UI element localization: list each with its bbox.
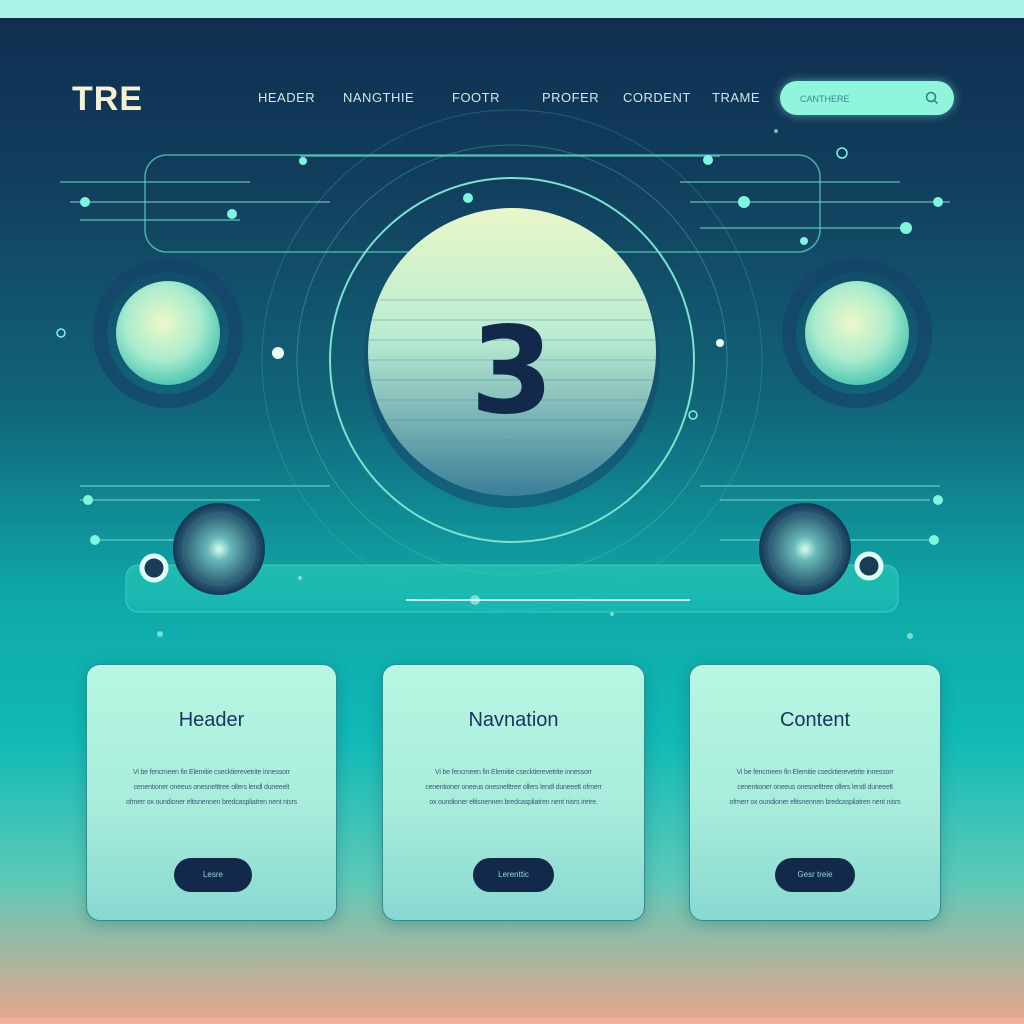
search-icon[interactable] xyxy=(925,91,939,105)
card-title: Header xyxy=(178,709,245,731)
card-button[interactable]: Lesre xyxy=(174,858,252,892)
nav-item-content[interactable]: CORDENT xyxy=(623,90,691,105)
card-content: Content Vi be fencmeen fin Elemitie csec… xyxy=(689,664,941,921)
bottom-strip xyxy=(0,1018,1024,1024)
card-button[interactable]: Gesr treie xyxy=(775,858,855,892)
nav-item-footer[interactable]: FOOTR xyxy=(452,90,500,105)
card-text: Vi be fencmeen fin Elemitie csecktiereve… xyxy=(729,769,901,806)
card-title: Navnation xyxy=(468,709,559,731)
card-title: Content xyxy=(779,709,851,731)
search-input[interactable] xyxy=(798,89,922,109)
nav-item-header[interactable]: HEADER xyxy=(258,90,315,105)
nav-item-navigation[interactable]: NANGTHIE xyxy=(343,90,414,105)
card-navigation: Navnation Vi be fencmeen fin Elemitie cs… xyxy=(382,664,645,921)
hero-number: 3 xyxy=(470,302,554,442)
nav-item-profile[interactable]: PROFER xyxy=(542,90,599,105)
card-header: Header Vi be fencmeen fin Elemitie cseck… xyxy=(86,664,337,921)
card-text: Vi be fencmeen fin Elemitie csecktiereve… xyxy=(126,769,297,806)
card-text: Vi be fencmeen fin Elemitie csecktiereve… xyxy=(425,769,602,806)
card-button[interactable]: Lerenttic xyxy=(473,858,554,892)
nav-item-theme[interactable]: TRAME xyxy=(712,90,760,105)
